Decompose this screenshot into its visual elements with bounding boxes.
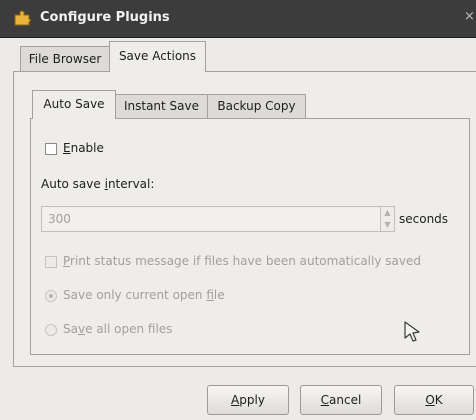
tab-backup-copy[interactable]: Backup Copy — [207, 94, 306, 119]
save-all-files-radio[interactable] — [45, 324, 57, 336]
apply-button[interactable]: Apply — [207, 385, 289, 415]
tab-label: Instant Save — [123, 99, 200, 113]
ok-button[interactable]: OK — [394, 385, 474, 415]
interval-spin-input[interactable] — [41, 206, 381, 232]
tab-label: Backup Copy — [217, 99, 296, 113]
plugin-puzzle-icon — [14, 10, 31, 26]
chevron-down-icon[interactable]: ▼ — [381, 219, 394, 231]
tab-label: Auto Save — [43, 97, 105, 111]
chevron-up-icon[interactable]: ▲ — [381, 207, 394, 219]
tab-label: Save Actions — [118, 49, 197, 63]
print-status-label[interactable]: Print status message if files have been … — [63, 254, 421, 268]
enable-label[interactable]: Enable — [63, 141, 104, 155]
cancel-button[interactable]: Cancel — [300, 385, 382, 415]
interval-label: Auto save interval: — [41, 177, 155, 191]
window-title: Configure Plugins — [40, 10, 170, 25]
tab-instant-save[interactable]: Instant Save — [115, 94, 208, 119]
title-bar: Configure Plugins × — [0, 0, 476, 38]
print-status-checkbox[interactable] — [45, 256, 57, 268]
tab-file-browser[interactable]: File Browser — [20, 46, 110, 72]
save-current-file-label[interactable]: Save only current open file — [63, 288, 225, 302]
enable-checkbox[interactable] — [45, 143, 57, 155]
interval-unit-label: seconds — [399, 212, 449, 226]
tab-save-actions[interactable]: Save Actions — [109, 41, 206, 72]
save-current-file-radio[interactable] — [45, 290, 57, 302]
save-all-files-label[interactable]: Save all open files — [63, 322, 172, 336]
close-icon[interactable]: × — [464, 9, 475, 24]
tab-auto-save[interactable]: Auto Save — [32, 90, 116, 119]
interval-spin-buttons[interactable]: ▲ ▼ — [381, 206, 395, 232]
mouse-pointer-icon — [404, 321, 420, 342]
tab-label: File Browser — [28, 52, 102, 66]
